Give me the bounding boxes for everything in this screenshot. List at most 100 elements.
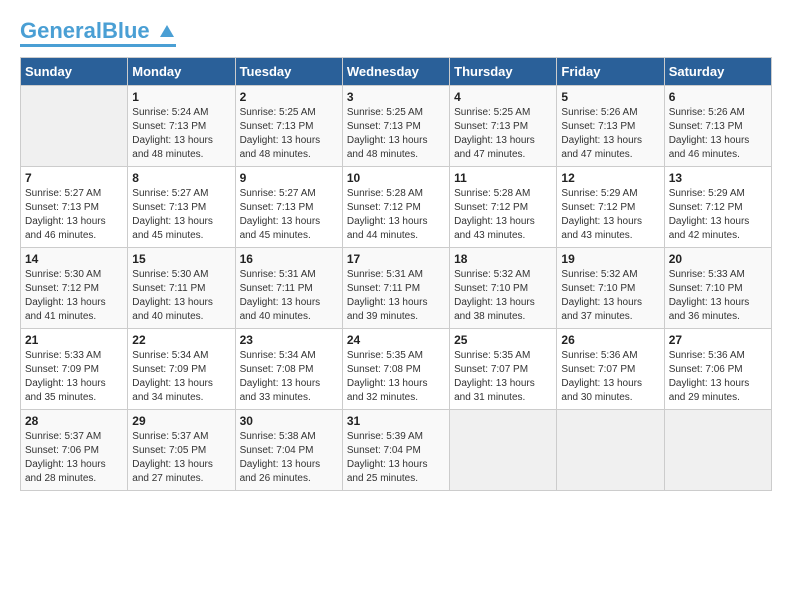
day-info: Sunrise: 5:27 AM Sunset: 7:13 PM Dayligh… (132, 187, 230, 243)
calendar-cell: 4 Sunrise: 5:25 AM Sunset: 7:13 PM Daylig… (450, 86, 557, 167)
column-header-friday: Friday (557, 58, 664, 86)
logo-underline (20, 44, 176, 47)
column-header-tuesday: Tuesday (235, 58, 342, 86)
day-number: 29 (132, 414, 230, 428)
calendar-cell: 21 Sunrise: 5:33 AM Sunset: 7:09 PM Dayli… (21, 329, 128, 410)
day-number: 10 (347, 171, 445, 185)
day-number: 30 (240, 414, 338, 428)
calendar-cell (557, 410, 664, 491)
day-info: Sunrise: 5:28 AM Sunset: 7:12 PM Dayligh… (347, 187, 445, 243)
day-number: 16 (240, 252, 338, 266)
day-number: 31 (347, 414, 445, 428)
day-info: Sunrise: 5:31 AM Sunset: 7:11 PM Dayligh… (240, 268, 338, 324)
logo-blue: Blue (102, 18, 150, 43)
calendar-cell: 30Sunrise: 5:38 AM Sunset: 7:04 PM Dayli… (235, 410, 342, 491)
day-info: Sunrise: 5:37 AM Sunset: 7:06 PM Dayligh… (25, 430, 123, 486)
day-number: 24 (347, 333, 445, 347)
day-info: Sunrise: 5:32 AM Sunset: 7:10 PM Dayligh… (454, 268, 552, 324)
day-info: Sunrise: 5:26 AM Sunset: 7:13 PM Dayligh… (669, 106, 767, 162)
day-number: 13 (669, 171, 767, 185)
calendar-cell: 2 Sunrise: 5:25 AM Sunset: 7:13 PM Daylig… (235, 86, 342, 167)
day-number: 8 (132, 171, 230, 185)
day-number: 3 (347, 90, 445, 104)
logo-icon (158, 23, 176, 41)
calendar-cell: 8 Sunrise: 5:27 AM Sunset: 7:13 PM Daylig… (128, 167, 235, 248)
calendar-cell: 24 Sunrise: 5:35 AM Sunset: 7:08 PM Dayli… (342, 329, 449, 410)
logo-general: General (20, 18, 102, 43)
day-number: 12 (561, 171, 659, 185)
day-number: 20 (669, 252, 767, 266)
day-info: Sunrise: 5:34 AM Sunset: 7:08 PM Dayligh… (240, 349, 338, 405)
day-info: Sunrise: 5:27 AM Sunset: 7:13 PM Dayligh… (25, 187, 123, 243)
day-number: 23 (240, 333, 338, 347)
column-header-saturday: Saturday (664, 58, 771, 86)
day-number: 27 (669, 333, 767, 347)
calendar-cell: 18 Sunrise: 5:32 AM Sunset: 7:10 PM Dayli… (450, 248, 557, 329)
calendar-cell: 15 Sunrise: 5:30 AM Sunset: 7:11 PM Dayli… (128, 248, 235, 329)
day-info: Sunrise: 5:24 AM Sunset: 7:13 PM Dayligh… (132, 106, 230, 162)
day-number: 14 (25, 252, 123, 266)
calendar-table: SundayMondayTuesdayWednesdayThursdayFrid… (20, 57, 772, 491)
day-number: 28 (25, 414, 123, 428)
calendar-cell: 23 Sunrise: 5:34 AM Sunset: 7:08 PM Dayli… (235, 329, 342, 410)
column-header-sunday: Sunday (21, 58, 128, 86)
page-header: GeneralBlue (20, 20, 772, 47)
day-number: 9 (240, 171, 338, 185)
day-info: Sunrise: 5:30 AM Sunset: 7:12 PM Dayligh… (25, 268, 123, 324)
day-info: Sunrise: 5:29 AM Sunset: 7:12 PM Dayligh… (669, 187, 767, 243)
logo: GeneralBlue (20, 20, 176, 47)
day-info: Sunrise: 5:35 AM Sunset: 7:07 PM Dayligh… (454, 349, 552, 405)
day-info: Sunrise: 5:35 AM Sunset: 7:08 PM Dayligh… (347, 349, 445, 405)
calendar-cell: 31 Sunrise: 5:39 AM Sunset: 7:04 PM Dayli… (342, 410, 449, 491)
calendar-cell: 20 Sunrise: 5:33 AM Sunset: 7:10 PM Dayli… (664, 248, 771, 329)
day-info: Sunrise: 5:26 AM Sunset: 7:13 PM Dayligh… (561, 106, 659, 162)
day-info: Sunrise: 5:33 AM Sunset: 7:09 PM Dayligh… (25, 349, 123, 405)
calendar-cell: 6 Sunrise: 5:26 AM Sunset: 7:13 PM Daylig… (664, 86, 771, 167)
day-info: Sunrise: 5:25 AM Sunset: 7:13 PM Dayligh… (454, 106, 552, 162)
day-info: Sunrise: 5:36 AM Sunset: 7:06 PM Dayligh… (669, 349, 767, 405)
calendar-cell: 12 Sunrise: 5:29 AM Sunset: 7:12 PM Dayli… (557, 167, 664, 248)
calendar-cell: 22Sunrise: 5:34 AM Sunset: 7:09 PM Dayli… (128, 329, 235, 410)
column-header-thursday: Thursday (450, 58, 557, 86)
calendar-cell: 7 Sunrise: 5:27 AM Sunset: 7:13 PM Daylig… (21, 167, 128, 248)
calendar-cell (21, 86, 128, 167)
column-header-wednesday: Wednesday (342, 58, 449, 86)
day-number: 11 (454, 171, 552, 185)
day-number: 1 (132, 90, 230, 104)
day-info: Sunrise: 5:36 AM Sunset: 7:07 PM Dayligh… (561, 349, 659, 405)
day-number: 4 (454, 90, 552, 104)
calendar-cell: 25 Sunrise: 5:35 AM Sunset: 7:07 PM Dayli… (450, 329, 557, 410)
day-info: Sunrise: 5:31 AM Sunset: 7:11 PM Dayligh… (347, 268, 445, 324)
day-info: Sunrise: 5:37 AM Sunset: 7:05 PM Dayligh… (132, 430, 230, 486)
calendar-cell: 14 Sunrise: 5:30 AM Sunset: 7:12 PM Dayli… (21, 248, 128, 329)
day-number: 15 (132, 252, 230, 266)
day-number: 2 (240, 90, 338, 104)
day-info: Sunrise: 5:29 AM Sunset: 7:12 PM Dayligh… (561, 187, 659, 243)
calendar-cell: 13 Sunrise: 5:29 AM Sunset: 7:12 PM Dayli… (664, 167, 771, 248)
day-number: 21 (25, 333, 123, 347)
calendar-cell (450, 410, 557, 491)
day-number: 19 (561, 252, 659, 266)
day-info: Sunrise: 5:34 AM Sunset: 7:09 PM Dayligh… (132, 349, 230, 405)
calendar-cell: 26Sunrise: 5:36 AM Sunset: 7:07 PM Dayli… (557, 329, 664, 410)
calendar-cell: 29 Sunrise: 5:37 AM Sunset: 7:05 PM Dayli… (128, 410, 235, 491)
day-info: Sunrise: 5:25 AM Sunset: 7:13 PM Dayligh… (347, 106, 445, 162)
calendar-cell: 27 Sunrise: 5:36 AM Sunset: 7:06 PM Dayli… (664, 329, 771, 410)
day-number: 5 (561, 90, 659, 104)
day-info: Sunrise: 5:30 AM Sunset: 7:11 PM Dayligh… (132, 268, 230, 324)
day-info: Sunrise: 5:25 AM Sunset: 7:13 PM Dayligh… (240, 106, 338, 162)
day-number: 7 (25, 171, 123, 185)
calendar-cell: 11Sunrise: 5:28 AM Sunset: 7:12 PM Dayli… (450, 167, 557, 248)
day-number: 6 (669, 90, 767, 104)
day-number: 25 (454, 333, 552, 347)
calendar-cell: 17 Sunrise: 5:31 AM Sunset: 7:11 PM Dayli… (342, 248, 449, 329)
calendar-cell: 10 Sunrise: 5:28 AM Sunset: 7:12 PM Dayli… (342, 167, 449, 248)
day-info: Sunrise: 5:33 AM Sunset: 7:10 PM Dayligh… (669, 268, 767, 324)
calendar-cell: 3 Sunrise: 5:25 AM Sunset: 7:13 PM Daylig… (342, 86, 449, 167)
day-info: Sunrise: 5:39 AM Sunset: 7:04 PM Dayligh… (347, 430, 445, 486)
day-number: 18 (454, 252, 552, 266)
calendar-cell: 28 Sunrise: 5:37 AM Sunset: 7:06 PM Dayli… (21, 410, 128, 491)
calendar-cell: 19 Sunrise: 5:32 AM Sunset: 7:10 PM Dayli… (557, 248, 664, 329)
day-info: Sunrise: 5:32 AM Sunset: 7:10 PM Dayligh… (561, 268, 659, 324)
day-number: 17 (347, 252, 445, 266)
